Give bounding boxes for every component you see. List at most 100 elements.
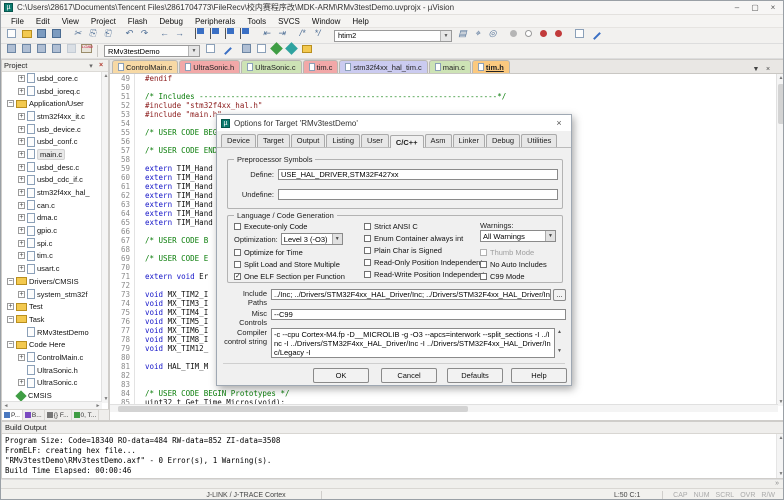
unindent-icon[interactable]: ⇤ bbox=[260, 27, 273, 40]
dialog-button-cancel[interactable]: Cancel bbox=[381, 368, 437, 383]
tree-item-usbd_ioreq.c[interactable]: +usbd_ioreq.c bbox=[2, 85, 102, 98]
panel-tab-project[interactable]: P... bbox=[2, 410, 23, 420]
save-all-icon[interactable] bbox=[50, 27, 63, 40]
editor-tab-ultrasonic.c[interactable]: UltraSonic.c bbox=[241, 60, 301, 73]
scroll-left-icon[interactable]: ◄ bbox=[2, 402, 10, 409]
tree-item-main.c[interactable]: +main.c bbox=[2, 148, 102, 161]
tree-vertical-scrollbar[interactable]: ▲ ▼ bbox=[101, 72, 108, 403]
tree-item-task[interactable]: −Task bbox=[2, 313, 102, 326]
panel-tab-functions[interactable]: {} F... bbox=[45, 410, 72, 420]
scroll-down-icon[interactable]: ▼ bbox=[555, 347, 564, 356]
tree-item-cmsis[interactable]: CMSIS bbox=[2, 389, 102, 402]
bookmark-clear-all-icon[interactable] bbox=[239, 27, 252, 40]
uncomment-icon[interactable]: */ bbox=[311, 27, 324, 40]
editor-tab-stm32f4xx_hal_tim.c[interactable]: stm32f4xx_hal_tim.c bbox=[339, 60, 427, 73]
expand-icon[interactable]: + bbox=[18, 227, 25, 234]
breakpoint-enable-icon[interactable] bbox=[522, 27, 535, 40]
checkbox-no-auto-includes[interactable]: No Auto Includes bbox=[480, 260, 547, 269]
find-text-icon[interactable]: ⌖ bbox=[471, 27, 484, 40]
dialog-button-help[interactable]: Help bbox=[511, 368, 567, 383]
expand-icon[interactable]: + bbox=[18, 138, 25, 145]
stop-build-icon[interactable] bbox=[65, 42, 78, 55]
chevron-down-icon[interactable]: ▼ bbox=[440, 31, 451, 41]
checkbox-box[interactable] bbox=[480, 273, 487, 280]
editor-tab-tim.c[interactable]: tim.c bbox=[303, 60, 339, 73]
close-button[interactable]: × bbox=[764, 2, 782, 14]
expand-icon[interactable]: + bbox=[18, 265, 25, 272]
target-select-combo[interactable]: RMv3testDemo ▼ bbox=[104, 45, 200, 57]
expand-icon[interactable]: + bbox=[7, 303, 14, 310]
code-line[interactable]: 50 bbox=[110, 83, 770, 92]
paste-icon[interactable]: ⎗ bbox=[101, 27, 114, 40]
checkbox-split-load-and-store-multiple[interactable]: Split Load and Store Multiple bbox=[234, 260, 340, 269]
configure-icon[interactable] bbox=[588, 27, 601, 40]
minimize-button[interactable]: – bbox=[728, 2, 746, 14]
expand-icon[interactable]: + bbox=[18, 202, 25, 209]
expand-icon[interactable]: + bbox=[18, 151, 25, 158]
expand-icon[interactable]: + bbox=[18, 164, 25, 171]
dialog-close-icon[interactable]: × bbox=[551, 118, 567, 128]
panel-close-icon[interactable]: × bbox=[96, 62, 106, 69]
download-icon[interactable]: LOAD bbox=[80, 42, 93, 55]
open-file-icon[interactable] bbox=[20, 27, 33, 40]
dialog-tab-target[interactable]: Target bbox=[257, 134, 290, 147]
compiler-control-string-box[interactable]: -c --cpu Cortex-M4.fp -D__MICROLIB -g -O… bbox=[271, 328, 555, 358]
pack-installer-icon[interactable] bbox=[300, 42, 313, 55]
tree-item-stm32f4xx_hal_[interactable]: +stm32f4xx_hal_ bbox=[2, 186, 102, 199]
tab-list-dropdown-icon[interactable]: ▼ bbox=[750, 66, 762, 73]
expand-icon[interactable]: + bbox=[18, 379, 25, 386]
scroll-up-icon[interactable]: ▲ bbox=[777, 434, 784, 442]
build-output-log[interactable]: Program Size: Code=18340 RO-data=484 RW-… bbox=[2, 434, 784, 478]
bookmark-next-icon[interactable] bbox=[224, 27, 237, 40]
editor-tab-ultrasonic.h[interactable]: UltraSonic.h bbox=[179, 60, 240, 73]
incremental-find-icon[interactable]: ◎ bbox=[486, 27, 499, 40]
checkbox-box[interactable] bbox=[364, 259, 371, 266]
checkbox-box[interactable] bbox=[364, 223, 371, 230]
manage-project-items-icon[interactable] bbox=[240, 42, 253, 55]
multi-project-workspace-icon[interactable] bbox=[255, 42, 268, 55]
overflow-chevron-icon[interactable]: » bbox=[775, 480, 779, 487]
tree-item-application-user[interactable]: −Application/User bbox=[2, 97, 102, 110]
indent-icon[interactable]: ⇥ bbox=[275, 27, 288, 40]
rebuild-icon[interactable] bbox=[35, 42, 48, 55]
checkbox-enum-container-always-int[interactable]: Enum Container always int bbox=[364, 234, 463, 243]
tree-item-usbd_conf.c[interactable]: +usbd_conf.c bbox=[2, 135, 102, 148]
tree-item-usart.c[interactable]: +usart.c bbox=[2, 262, 102, 275]
dialog-button-ok[interactable]: OK bbox=[313, 368, 369, 383]
scroll-up-icon[interactable]: ▲ bbox=[555, 328, 564, 337]
code-line[interactable]: 84/* USER CODE BEGIN Prototypes */ bbox=[110, 389, 770, 398]
tree-item-gpio.c[interactable]: +gpio.c bbox=[2, 224, 102, 237]
tree-item-stm32f4xx_it.c[interactable]: +stm32f4xx_it.c bbox=[2, 110, 102, 123]
scrollbar-thumb[interactable] bbox=[118, 406, 468, 412]
bookmark-toggle-icon[interactable] bbox=[194, 27, 207, 40]
panel-tab-templates[interactable]: 0, T... bbox=[72, 410, 100, 420]
copy-icon[interactable]: ⎘ bbox=[86, 27, 99, 40]
expand-icon[interactable]: + bbox=[18, 252, 25, 259]
tree-item-ultrasonic.c[interactable]: +UltraSonic.c bbox=[2, 377, 102, 390]
tree-item-drivers-cmsis[interactable]: −Drivers/CMSIS bbox=[2, 275, 102, 288]
tree-item-usbd_desc.c[interactable]: +usbd_desc.c bbox=[2, 161, 102, 174]
scroll-down-icon[interactable]: ▼ bbox=[777, 398, 784, 406]
dialog-tab-device[interactable]: Device bbox=[221, 134, 256, 147]
batch-build-icon[interactable] bbox=[50, 42, 63, 55]
checkbox-read-write-position-independent[interactable]: Read-Write Position Independent bbox=[364, 270, 484, 279]
checkbox-one-elf-section-per-function[interactable]: ✓One ELF Section per Function bbox=[234, 272, 345, 281]
expand-icon[interactable]: + bbox=[18, 214, 25, 221]
expand-icon[interactable]: + bbox=[18, 291, 25, 298]
tree-item-can.c[interactable]: +can.c bbox=[2, 199, 102, 212]
checkbox-c99-mode[interactable]: C99 Mode bbox=[480, 272, 525, 281]
window-layout-icon[interactable] bbox=[573, 27, 586, 40]
dialog-tab-utilities[interactable]: Utilities bbox=[521, 134, 557, 147]
code-line[interactable]: 52#include "stm32f4xx_hal.h" bbox=[110, 101, 770, 110]
checkbox-box[interactable] bbox=[364, 235, 371, 242]
expand-icon[interactable]: + bbox=[18, 240, 25, 247]
tree-item-usbd_cdc_if.c[interactable]: +usbd_cdc_if.c bbox=[2, 174, 102, 187]
quick-search-combo[interactable]: htim2 ▼ bbox=[334, 30, 452, 42]
dialog-tab-cc[interactable]: C/C++ bbox=[390, 135, 424, 148]
expand-icon[interactable]: + bbox=[18, 126, 25, 133]
output-vertical-scrollbar[interactable]: ▲ ▼ bbox=[776, 434, 784, 478]
chevron-down-icon[interactable]: ▼ bbox=[545, 231, 555, 241]
translate-icon[interactable] bbox=[5, 42, 18, 55]
select-software-packs-icon[interactable] bbox=[285, 42, 298, 55]
chevron-down-icon[interactable]: ▼ bbox=[332, 234, 342, 244]
